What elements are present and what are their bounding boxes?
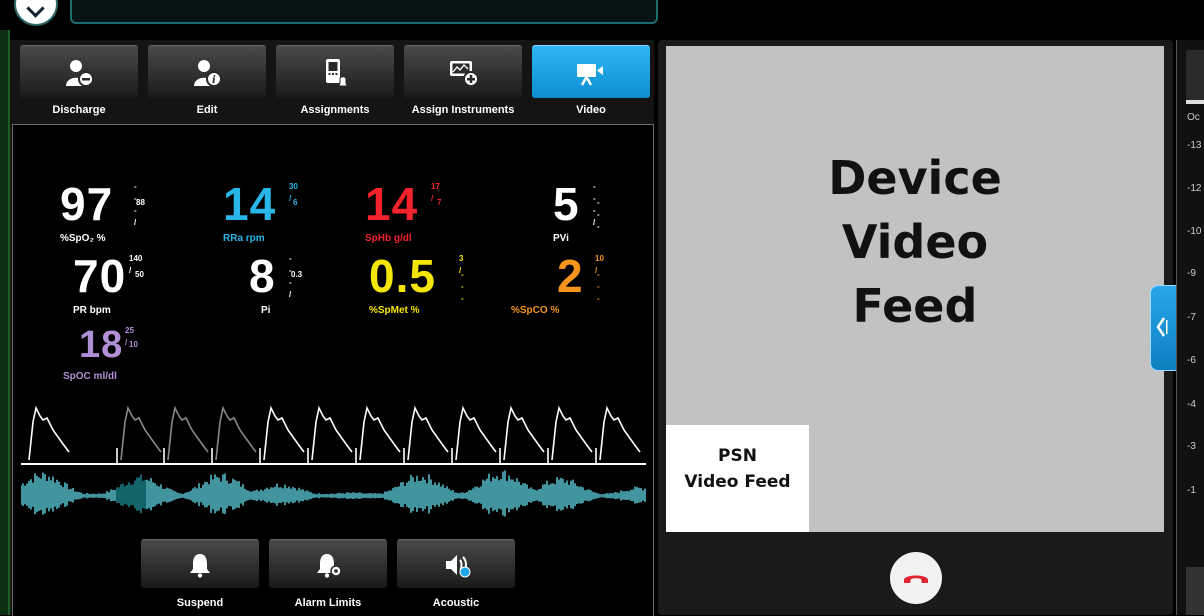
- waveform-display: [21, 405, 646, 517]
- hang-up-button[interactable]: [890, 552, 942, 604]
- param-spmet[interactable]: 0.5 3 / --- %SpMet %: [369, 250, 464, 316]
- psn-video-feed[interactable]: PSN Video Feed: [666, 425, 809, 532]
- trend-panel-footer: [1186, 567, 1204, 615]
- alarm-limits-icon: [317, 554, 342, 578]
- assign-instruments-icon: [450, 61, 479, 87]
- device-feed-line-2: Video: [841, 215, 989, 269]
- param-pvi[interactable]: 5 --- / --- PVi: [553, 178, 600, 244]
- left-edge-indicator: [0, 30, 10, 615]
- svg-text:i: i: [212, 75, 216, 86]
- spco-low-limit: ---: [597, 270, 600, 303]
- edit-icon: i: [194, 60, 222, 87]
- spmet-low-limit: ---: [461, 270, 464, 303]
- hang-up-icon: [904, 575, 928, 583]
- trend-panel-divider: [1186, 100, 1204, 104]
- patient-banner[interactable]: [70, 0, 658, 24]
- video-label: Video: [576, 104, 606, 116]
- acoustic-label: Acoustic: [432, 597, 480, 609]
- acoustic-icon: [446, 555, 471, 578]
- spco-label: %SpCO %: [511, 305, 560, 316]
- spco-value: 2: [557, 250, 584, 302]
- spmet-value: 0.5: [369, 250, 436, 302]
- assignments-label: Assignments: [300, 104, 370, 116]
- trend-axis-tick: -13: [1187, 140, 1202, 151]
- spoc-label: SpOC ml/dl: [63, 371, 117, 382]
- trend-panel-edge: [1176, 40, 1204, 615]
- alarm-limits-button[interactable]: [269, 539, 387, 588]
- assignments-icon: [326, 59, 348, 87]
- param-spoc[interactable]: 18 25 / 10 SpOC ml/dl: [63, 324, 138, 382]
- trend-axis-tick: -12: [1187, 183, 1202, 194]
- trend-axis-tick: -9: [1187, 268, 1196, 279]
- discharge-label: Discharge: [52, 104, 106, 116]
- psn-feed-line-1: PSN: [718, 446, 757, 466]
- chevron-down-icon: [26, 0, 45, 18]
- vital-signs-monitor: 97 --- / 88 %SpO₂ % 14 30 / 6 RRa rpm 14…: [12, 124, 654, 616]
- param-rra[interactable]: 14 30 / 6 RRa rpm: [223, 178, 298, 244]
- rra-low-limit: 6: [293, 198, 298, 207]
- video-button[interactable]: [532, 45, 650, 98]
- psn-feed-line-2: Video Feed: [684, 472, 791, 492]
- video-icon: [577, 64, 603, 86]
- trend-axis-tick: -10: [1187, 226, 1202, 237]
- chevron-left-icon: [1156, 317, 1168, 337]
- device-feed-line-1: Device: [828, 151, 1002, 205]
- sphb-value: 14: [365, 178, 419, 230]
- param-pr[interactable]: 70 140 / 50 PR bpm: [73, 250, 144, 316]
- pr-value: 70: [73, 250, 127, 302]
- trend-axis-tick: -6: [1187, 355, 1196, 366]
- device-feed-line-3: Feed: [852, 279, 978, 333]
- param-spo2[interactable]: 97 --- / 88 %SpO₂ %: [60, 178, 145, 244]
- discharge-button[interactable]: [20, 45, 138, 98]
- pvi-label: PVi: [553, 233, 569, 244]
- pi-low-limit: 0.3: [291, 270, 303, 279]
- acoustic-waveform: [21, 470, 646, 517]
- device-video-feed-label: Device Video Feed: [666, 146, 1164, 338]
- rra-value: 14: [223, 178, 277, 230]
- trend-axis-tick: -4: [1187, 399, 1196, 410]
- trend-axis-header: Oc: [1187, 112, 1200, 123]
- param-pi[interactable]: 8 --- / 0.3 Pi: [249, 250, 302, 316]
- suspend-label: Suspend: [176, 597, 224, 609]
- trend-panel-header[interactable]: [1186, 50, 1204, 100]
- trend-axis-tick: -1: [1187, 485, 1196, 496]
- pi-label: Pi: [261, 305, 271, 316]
- rra-label: RRa rpm: [223, 233, 265, 244]
- pvi-value: 5: [553, 178, 580, 230]
- spo2-value: 97: [60, 178, 114, 230]
- patient-toolbar: Discharge i Edit Assignments Assign Inst…: [10, 40, 654, 122]
- pi-value: 8: [249, 250, 276, 302]
- spo2-label: %SpO₂ %: [60, 233, 106, 244]
- patient-panel: Discharge i Edit Assignments Assign Inst…: [10, 40, 654, 616]
- bell-icon: [190, 554, 210, 578]
- assignments-button[interactable]: [276, 45, 394, 98]
- discharge-icon: [66, 60, 94, 87]
- pvi-high-limit: --- /: [593, 182, 596, 227]
- suspend-button[interactable]: [141, 539, 259, 588]
- spo2-low-limit: 88: [136, 198, 145, 207]
- sphb-label: SpHb g/dl: [365, 233, 412, 244]
- alarm-limits-label: Alarm Limits: [294, 597, 362, 609]
- signal-iq-markers: [116, 448, 597, 464]
- spoc-value: 18: [79, 324, 124, 366]
- assign-instruments-button[interactable]: [404, 45, 522, 98]
- param-sphb[interactable]: 14 17 / 7 SpHb g/dl: [365, 178, 441, 244]
- edit-label: Edit: [196, 104, 218, 116]
- param-spco[interactable]: 2 10 / --- %SpCO %: [511, 250, 604, 316]
- sphb-low-limit: 7: [437, 198, 442, 207]
- pvi-low-limit: ---: [597, 198, 600, 231]
- pr-low-limit: 50: [135, 270, 144, 279]
- trend-axis-tick: -7: [1187, 312, 1196, 323]
- psn-video-feed-label: PSN Video Feed: [666, 443, 809, 495]
- edit-button[interactable]: i: [148, 45, 266, 98]
- spmet-label: %SpMet %: [369, 305, 420, 316]
- assign-instruments-label: Assign Instruments: [411, 104, 515, 116]
- collapse-panel-tab[interactable]: [1150, 285, 1178, 371]
- pr-label: PR bpm: [73, 305, 111, 316]
- acoustic-button[interactable]: [397, 539, 515, 588]
- spoc-low-limit: 10: [129, 340, 138, 349]
- trend-axis-tick: -3: [1187, 441, 1196, 452]
